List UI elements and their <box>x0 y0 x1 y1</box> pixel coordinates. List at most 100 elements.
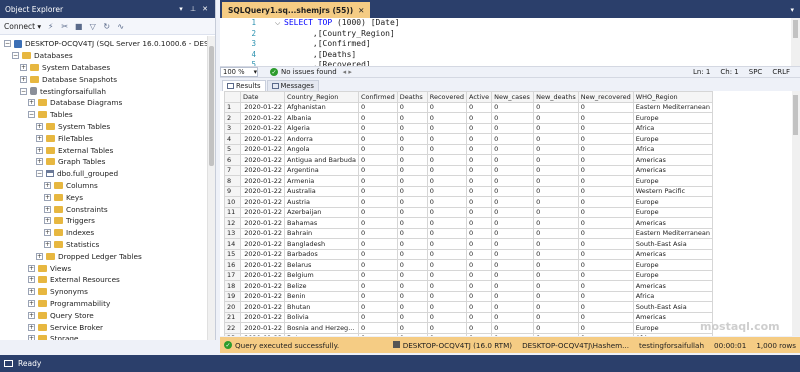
table-cell[interactable]: Africa <box>632 290 714 302</box>
table-cell[interactable]: Western Pacific <box>632 185 714 197</box>
table-cell[interactable]: 0 <box>577 248 634 260</box>
table-cell[interactable]: 0 <box>577 122 634 134</box>
table-cell[interactable]: 0 <box>491 164 535 176</box>
column-header[interactable]: Country_Region <box>284 91 359 103</box>
expand-icon[interactable]: + <box>28 276 35 284</box>
tree-node[interactable]: + Graph Tables <box>0 156 208 168</box>
row-number[interactable]: 8 <box>224 175 241 187</box>
table-cell[interactable]: Albania <box>284 112 359 124</box>
disconnect-icon[interactable]: ✂ <box>60 22 69 31</box>
table-cell[interactable]: 0 <box>533 259 579 271</box>
refresh-icon[interactable]: ↻ <box>102 22 111 31</box>
table-cell[interactable]: 0 <box>396 311 428 323</box>
table-row[interactable]: 11 2020-01-22 Azerbaijan 0 0 0 0 0 0 0 Europe <box>224 206 714 218</box>
table-cell[interactable]: 0 <box>466 175 493 187</box>
expand-icon[interactable]: + <box>28 264 35 272</box>
expand-icon[interactable]: + <box>44 205 51 213</box>
row-number[interactable]: 22 <box>224 322 241 334</box>
table-cell[interactable]: 0 <box>396 112 428 124</box>
table-cell[interactable]: 0 <box>491 248 535 260</box>
table-cell[interactable]: 2020-01-22 <box>240 133 285 145</box>
table-row[interactable]: 5 2020-01-22 Angola 0 0 0 0 0 0 0 Africa <box>224 143 714 155</box>
table-cell[interactable]: Andorra <box>284 133 359 145</box>
table-cell[interactable]: 0 <box>396 175 428 187</box>
table-cell[interactable]: 0 <box>466 290 493 302</box>
activity-icon[interactable]: ∿ <box>116 22 125 31</box>
tree-node[interactable]: + Database Diagrams <box>0 97 208 109</box>
row-number[interactable]: 17 <box>224 269 241 281</box>
table-cell[interactable]: 0 <box>426 280 468 292</box>
table-cell[interactable]: 0 <box>533 122 579 134</box>
table-cell[interactable]: 0 <box>491 280 535 292</box>
table-cell[interactable]: 0 <box>466 332 493 336</box>
table-cell[interactable]: 2020-01-22 <box>240 185 285 197</box>
table-cell[interactable]: 0 <box>577 101 634 113</box>
tree-node[interactable]: + Storage <box>0 333 208 340</box>
table-cell[interactable]: 0 <box>466 311 493 323</box>
collapse-icon[interactable]: ⌵ <box>275 19 280 28</box>
table-cell[interactable]: 0 <box>533 227 579 239</box>
table-cell[interactable]: Armenia <box>284 175 359 187</box>
table-cell[interactable]: Argentina <box>284 164 359 176</box>
table-cell[interactable]: 0 <box>396 280 428 292</box>
table-cell[interactable]: 0 <box>426 175 468 187</box>
table-cell[interactable]: 0 <box>357 143 398 155</box>
table-cell[interactable]: 0 <box>426 301 468 313</box>
table-cell[interactable]: 0 <box>466 206 493 218</box>
table-cell[interactable]: Bahamas <box>284 217 359 229</box>
tree-node[interactable]: + Programmability <box>0 298 208 310</box>
table-cell[interactable]: 0 <box>396 290 428 302</box>
table-cell[interactable]: 0 <box>533 133 579 145</box>
table-row[interactable]: 8 2020-01-22 Armenia 0 0 0 0 0 0 0 Europe <box>224 175 714 187</box>
table-cell[interactable]: 0 <box>426 248 468 260</box>
row-number[interactable]: 4 <box>224 133 241 145</box>
table-cell[interactable]: Europe <box>632 259 714 271</box>
tree-node[interactable]: + Indexes <box>0 227 208 239</box>
expand-icon[interactable]: + <box>44 229 51 237</box>
tree-node[interactable]: + Views <box>0 262 208 274</box>
table-cell[interactable]: Botswana <box>284 332 359 336</box>
expand-icon[interactable]: + <box>36 146 43 154</box>
table-cell[interactable]: Antigua and Barbuda <box>284 154 359 166</box>
table-cell[interactable]: 2020-01-22 <box>240 143 285 155</box>
table-cell[interactable]: 0 <box>426 143 468 155</box>
table-cell[interactable]: 0 <box>491 175 535 187</box>
table-cell[interactable]: Europe <box>632 133 714 145</box>
table-cell[interactable]: Bhutan <box>284 301 359 313</box>
table-cell[interactable]: 0 <box>577 259 634 271</box>
table-cell[interactable]: 0 <box>491 301 535 313</box>
table-cell[interactable]: 0 <box>396 122 428 134</box>
tree-node[interactable]: + Keys <box>0 191 208 203</box>
table-cell[interactable]: 0 <box>466 101 493 113</box>
table-cell[interactable]: 0 <box>533 164 579 176</box>
expand-icon[interactable]: + <box>44 217 51 225</box>
table-cell[interactable]: 0 <box>533 280 579 292</box>
table-cell[interactable]: 0 <box>357 196 398 208</box>
row-number[interactable]: 15 <box>224 248 241 260</box>
table-cell[interactable]: South-East Asia <box>632 301 714 313</box>
table-cell[interactable]: 0 <box>357 185 398 197</box>
table-cell[interactable]: Belgium <box>284 269 359 281</box>
table-cell[interactable]: South-East Asia <box>632 238 714 250</box>
table-cell[interactable]: 0 <box>357 133 398 145</box>
table-cell[interactable]: 0 <box>396 133 428 145</box>
table-cell[interactable]: 2020-01-22 <box>240 227 285 239</box>
expand-icon[interactable]: + <box>36 122 43 130</box>
query-editor[interactable]: 12345 ⌵ SELECT TOP (1000) [Date] ,[Count… <box>220 18 800 67</box>
table-cell[interactable]: Austria <box>284 196 359 208</box>
table-cell[interactable]: 0 <box>426 269 468 281</box>
table-cell[interactable]: Europe <box>632 196 714 208</box>
table-cell[interactable]: 0 <box>491 206 535 218</box>
expand-icon[interactable]: + <box>28 99 35 107</box>
table-cell[interactable]: 0 <box>577 269 634 281</box>
tree-node[interactable]: − Tables <box>0 109 208 121</box>
table-cell[interactable]: 0 <box>357 122 398 134</box>
column-header[interactable]: New_recovered <box>577 91 634 103</box>
table-cell[interactable]: 0 <box>577 227 634 239</box>
table-cell[interactable]: 0 <box>396 154 428 166</box>
table-cell[interactable]: 0 <box>396 259 428 271</box>
table-cell[interactable]: 0 <box>396 143 428 155</box>
expand-icon[interactable]: + <box>36 158 43 166</box>
tree-node[interactable]: + Triggers <box>0 215 208 227</box>
code-line[interactable]: ,[Confirmed] <box>284 39 400 50</box>
